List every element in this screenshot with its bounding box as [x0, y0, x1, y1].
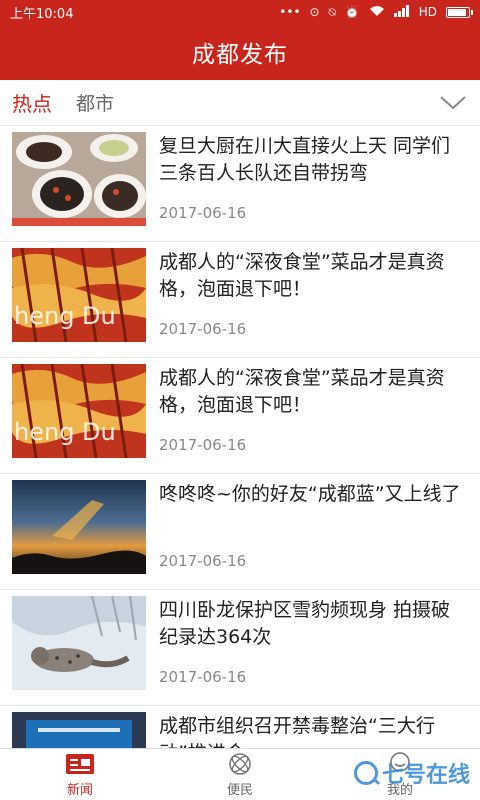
- news-icon: [66, 754, 94, 774]
- more-dots-icon: •••: [279, 5, 301, 19]
- sync-icon: ⊙: [309, 5, 320, 19]
- news-item[interactable]: 咚咚咚~你的好友“成都蓝”又上线了 2017-06-16: [0, 474, 480, 590]
- news-item[interactable]: 四川卧龙保护区雪豹频现身 拍摄破纪录达364次 2017-06-16: [0, 590, 480, 706]
- svg-text:heng Du: heng Du: [14, 302, 116, 330]
- mute-icon: ⍉: [328, 5, 336, 19]
- news-title: 咚咚咚~你的好友“成都蓝”又上线了: [159, 483, 461, 505]
- news-title: 成都市组织召开禁毒整治“三大行动”推进会: [159, 715, 435, 748]
- watermark-text: 七号在线: [381, 763, 470, 788]
- news-date: 2017-06-16: [159, 552, 247, 570]
- service-icon: [229, 753, 251, 775]
- status-bar: 上午10:04 ••• ⊙ ⍉ ⏰ HD: [0, 0, 480, 24]
- status-time: 上午10:04: [10, 6, 74, 22]
- app-title-bar: 成都发布: [0, 24, 480, 80]
- news-date: 2017-06-16: [159, 436, 247, 454]
- news-thumbnail-snow-leopard: [12, 596, 146, 690]
- alarm-icon: ⏰: [344, 5, 360, 19]
- app-title: 成都发布: [192, 42, 288, 68]
- nav-service[interactable]: 便民: [160, 749, 320, 800]
- watermark-icon: [353, 761, 378, 785]
- nav-news[interactable]: 新闻: [0, 749, 160, 800]
- news-thumbnail-sunset: [12, 480, 146, 574]
- news-title: 复旦大厨在川大直接火上天 同学们三条百人长队还自带拐弯: [159, 135, 451, 184]
- nav-service-label: 便民: [226, 783, 253, 798]
- tab-hot[interactable]: 热点: [12, 80, 52, 126]
- news-date: 2017-06-16: [159, 204, 247, 222]
- news-item[interactable]: 复旦大厨在川大直接火上天 同学们三条百人长队还自带拐弯 2017-06-16: [0, 126, 480, 242]
- news-date: 2017-06-16: [159, 320, 247, 338]
- news-thumbnail-skewers: heng Du: [12, 364, 146, 458]
- category-tabs: 热点 都市: [0, 80, 480, 126]
- news-item[interactable]: 成都市组织召开禁毒整治“三大行动”推进会: [0, 706, 480, 748]
- news-date: 2017-06-16: [159, 668, 247, 686]
- news-title: 成都人的“深夜食堂”菜品才是真资格，泡面退下吧！: [159, 367, 445, 416]
- tab-city[interactable]: 都市: [76, 80, 114, 126]
- watermark-logo: 七号在线: [353, 758, 470, 788]
- news-thumbnail-meeting: [12, 712, 146, 748]
- wifi-icon: [369, 5, 385, 19]
- news-thumbnail-skewers: heng Du: [12, 248, 146, 342]
- signal-icon: [393, 5, 410, 19]
- news-title: 四川卧龙保护区雪豹频现身 拍摄破纪录达364次: [159, 599, 451, 648]
- news-title: 成都人的“深夜食堂”菜品才是真资格，泡面退下吧！: [159, 251, 445, 300]
- news-item[interactable]: heng Du 成都人的“深夜食堂”菜品才是真资格，泡面退下吧！ 2017-06…: [0, 358, 480, 474]
- chevron-down-icon[interactable]: [440, 92, 466, 112]
- svg-text:heng Du: heng Du: [14, 418, 116, 446]
- network-type: HD: [418, 5, 437, 19]
- nav-news-label: 新闻: [66, 783, 93, 798]
- battery-icon: [446, 6, 473, 18]
- status-icons: ••• ⊙ ⍉ ⏰ HD: [279, 5, 473, 19]
- news-list: 复旦大厨在川大直接火上天 同学们三条百人长队还自带拐弯 2017-06-16 h…: [0, 126, 480, 748]
- news-item[interactable]: heng Du 成都人的“深夜食堂”菜品才是真资格，泡面退下吧！ 2017-06…: [0, 242, 480, 358]
- news-thumbnail-food: [12, 132, 146, 226]
